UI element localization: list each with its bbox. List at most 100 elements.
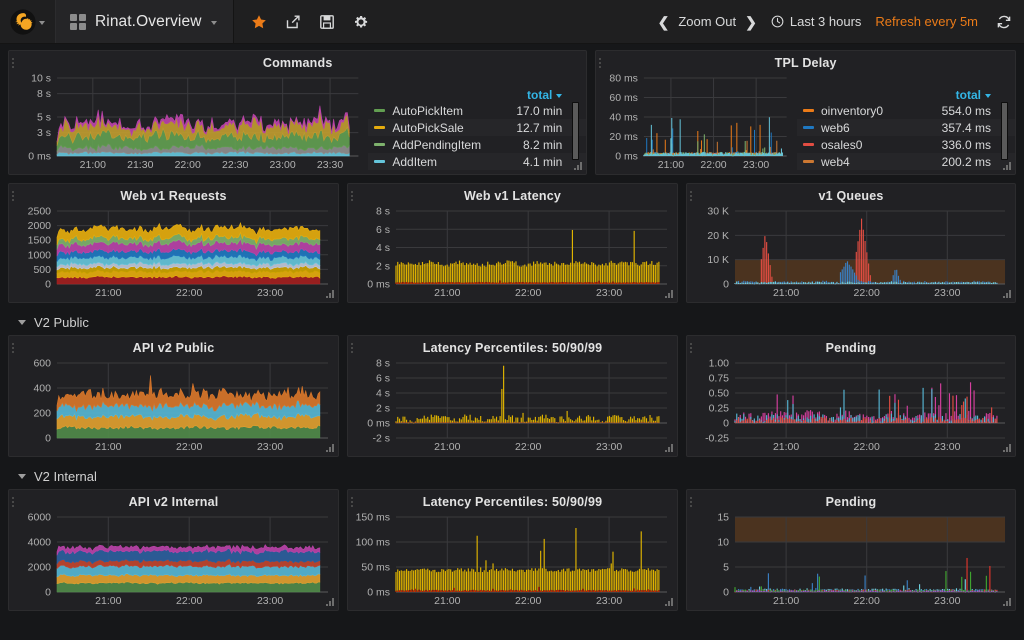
panel-title[interactable]: v1 Queues bbox=[687, 184, 1015, 205]
grafana-logo-button[interactable] bbox=[0, 0, 56, 43]
panel-pending-public[interactable]: Pending -0.25 0 0.25 0.50 0.75 1.00 21:00 22:00 2… bbox=[686, 335, 1017, 457]
panel-api-v2-public[interactable]: API v2 Public 0 200 400 600 21:00 22:00 23:00 bbox=[8, 335, 339, 457]
panel-title[interactable]: API v2 Internal bbox=[9, 490, 338, 511]
panel-resize-handle[interactable] bbox=[1003, 162, 1012, 171]
panel-resize-handle[interactable] bbox=[326, 598, 335, 607]
panel-drag-handle[interactable] bbox=[351, 191, 353, 201]
legend-item[interactable]: AddItem 4.1 min bbox=[368, 153, 586, 170]
legend-series-value: 17.0 min bbox=[516, 103, 563, 118]
panel-web-v1-requests[interactable]: Web v1 Requests 0 500 1000 1500 2000 2500 21:00… bbox=[8, 183, 339, 303]
graph-canvas[interactable]: 0 ms 2 s 4 s 6 s 8 s 21:00 22:00 23:00 bbox=[348, 205, 677, 301]
legend-series-name: AutoPickSubItem bbox=[392, 172, 484, 174]
legend-color-swatch bbox=[803, 109, 814, 112]
legend-item[interactable]: web3 165.3 ms bbox=[797, 170, 1015, 174]
svg-text:2 s: 2 s bbox=[376, 260, 390, 272]
svg-text:21:00: 21:00 bbox=[95, 441, 121, 453]
refresh-button[interactable] bbox=[978, 14, 1012, 30]
settings-button[interactable] bbox=[344, 0, 378, 44]
panel-title[interactable]: TPL Delay bbox=[596, 51, 1015, 72]
panel-drag-handle[interactable] bbox=[12, 191, 14, 201]
panel-drag-handle[interactable] bbox=[599, 58, 602, 68]
graph-canvas[interactable]: 0 200 400 600 21:00 22:00 23:00 bbox=[9, 357, 338, 455]
panel-resize-handle[interactable] bbox=[665, 444, 674, 453]
panel-api-v2-internal[interactable]: API v2 Internal 0 2000 4000 6000 21:00 22:00 23… bbox=[8, 489, 339, 611]
panel-title[interactable]: Web v1 Latency bbox=[348, 184, 677, 205]
graph-canvas[interactable]: -2 s 0 ms 2 s 4 s 6 s 8 s 21:00 22:00 23:00 bbox=[348, 357, 677, 455]
panel-resize-handle[interactable] bbox=[1003, 598, 1012, 607]
time-shift-back-button[interactable]: ❮ bbox=[658, 15, 670, 29]
legend-item[interactable]: AddPendingItem 8.2 min bbox=[368, 136, 586, 153]
panel-resize-handle[interactable] bbox=[326, 444, 335, 453]
panel-drag-handle[interactable] bbox=[351, 343, 353, 353]
graph-canvas[interactable]: 0 500 1000 1500 2000 2500 21:00 22:00 23:00 bbox=[9, 205, 338, 301]
panel-tpl-delay[interactable]: TPL Delay 0 ms 20 ms 40 ms 60 ms 80 ms 21:00 22… bbox=[595, 50, 1016, 175]
legend-item[interactable]: osales0 336.0 ms bbox=[797, 136, 1015, 153]
legend-item[interactable]: oinventory0 554.0 ms bbox=[797, 102, 1015, 119]
graph-canvas[interactable]: 0 5 10 15 21:00 22:00 23:00 bbox=[687, 511, 1015, 609]
panel-latency-percentiles-internal[interactable]: Latency Percentiles: 50/90/99 0 ms 50 ms 10… bbox=[347, 489, 678, 611]
legend-color-swatch bbox=[374, 160, 386, 163]
legend-series-value: 336.0 ms bbox=[941, 137, 991, 152]
panel-title[interactable]: Pending bbox=[687, 336, 1015, 357]
svg-text:23:00: 23:00 bbox=[934, 595, 960, 607]
panel-drag-handle[interactable] bbox=[690, 191, 692, 201]
panel-drag-handle[interactable] bbox=[351, 497, 353, 507]
legend-scrollbar[interactable] bbox=[572, 102, 580, 160]
graph-canvas[interactable]: 0 10 K 20 K 30 K 21:00 22:00 23:00 bbox=[687, 205, 1015, 301]
panel-resize-handle[interactable] bbox=[1003, 444, 1012, 453]
legend-scrollbar[interactable] bbox=[1001, 102, 1008, 160]
svg-text:21:30: 21:30 bbox=[127, 159, 153, 171]
panel-web-v1-latency[interactable]: Web v1 Latency 0 ms 2 s 4 s 6 s 8 s 21:00 22:00… bbox=[347, 183, 678, 303]
panel-title[interactable]: Latency Percentiles: 50/90/99 bbox=[348, 490, 677, 511]
share-icon bbox=[286, 15, 300, 28]
legend-sort-label: total bbox=[527, 88, 553, 102]
legend-sort-header[interactable]: total bbox=[797, 88, 1015, 102]
panel-title[interactable]: API v2 Public bbox=[9, 336, 338, 357]
time-shift-forward-button[interactable]: ❯ bbox=[745, 15, 757, 29]
svg-text:0 ms: 0 ms bbox=[367, 279, 390, 291]
panel-title[interactable]: Latency Percentiles: 50/90/99 bbox=[348, 336, 677, 357]
panel-drag-handle[interactable] bbox=[12, 343, 14, 353]
graph-canvas[interactable]: 0 ms 50 ms 100 ms 150 ms 21:00 22:00 23:00 bbox=[348, 511, 677, 609]
panel-resize-handle[interactable] bbox=[574, 162, 583, 171]
legend-item[interactable]: web6 357.4 ms bbox=[797, 119, 1015, 136]
panel-v1-queues[interactable]: v1 Queues 0 10 K 20 K 30 K 21:00 22:00 23:00 bbox=[686, 183, 1017, 303]
graph-canvas[interactable]: 0 2000 4000 6000 21:00 22:00 23:00 bbox=[9, 511, 338, 609]
panel-title[interactable]: Commands bbox=[9, 51, 586, 72]
legend-item[interactable]: AutoPickSubItem 2.9 min bbox=[368, 170, 586, 174]
zoom-out-button[interactable]: Zoom Out bbox=[678, 14, 736, 29]
panel-commands[interactable]: Commands 0 ms 3 s 5 s 8 s 10 s 21:00 21:30 22:00… bbox=[8, 50, 588, 175]
panel-resize-handle[interactable] bbox=[1003, 290, 1012, 299]
panel-drag-handle[interactable] bbox=[12, 497, 14, 507]
row-header-v2-internal[interactable]: V2 Internal bbox=[8, 465, 1016, 487]
panel-title[interactable]: Pending bbox=[687, 490, 1015, 511]
graph-canvas[interactable]: -0.25 0 0.25 0.50 0.75 1.00 21:00 22:00 23:00 bbox=[687, 357, 1015, 455]
refresh-interval-label[interactable]: Refresh every 5m bbox=[861, 14, 978, 29]
share-button[interactable] bbox=[276, 0, 310, 44]
panel-latency-percentiles-public[interactable]: Latency Percentiles: 50/90/99 -2 s 0 ms 2 s… bbox=[347, 335, 678, 457]
legend-item[interactable]: AutoPickSale 12.7 min bbox=[368, 119, 586, 136]
panel-drag-handle[interactable] bbox=[12, 58, 14, 68]
svg-text:22:00: 22:00 bbox=[515, 441, 541, 453]
star-button[interactable] bbox=[242, 0, 276, 44]
graph-canvas[interactable]: 0 ms 20 ms 40 ms 60 ms 80 ms 21:00 22:00 23:00 bbox=[596, 72, 797, 173]
panel-resize-handle[interactable] bbox=[326, 290, 335, 299]
dashboard-title-button[interactable]: Rinat.Overview bbox=[56, 0, 234, 43]
time-range-picker[interactable]: Last 3 hours bbox=[771, 14, 861, 29]
panel-resize-handle[interactable] bbox=[665, 598, 674, 607]
panel-title[interactable]: Web v1 Requests bbox=[9, 184, 338, 205]
save-button[interactable] bbox=[310, 0, 344, 44]
panel-drag-handle[interactable] bbox=[690, 343, 692, 353]
graph-canvas[interactable]: 0 ms 3 s 5 s 8 s 10 s 21:00 21:30 22:00 22:30 23:… bbox=[9, 72, 368, 173]
row-top: Commands 0 ms 3 s 5 s 8 s 10 s 21:00 21:30 22:00… bbox=[8, 50, 1016, 175]
panel-drag-handle[interactable] bbox=[690, 497, 692, 507]
legend-item[interactable]: web4 200.2 ms bbox=[797, 153, 1015, 170]
panel-inner: 0 500 1000 1500 2000 2500 21:00 22:00 23:00 bbox=[9, 205, 338, 301]
legend-item[interactable]: AutoPickItem 17.0 min bbox=[368, 102, 586, 119]
panel-pending-internal[interactable]: Pending 0 5 10 15 21:00 22:00 23:00 bbox=[686, 489, 1017, 611]
legend-sort-header[interactable]: total bbox=[368, 88, 586, 102]
row-header-v2-public[interactable]: V2 Public bbox=[8, 311, 1016, 333]
panel-inner: 0 ms 2 s 4 s 6 s 8 s 21:00 22:00 23:00 bbox=[348, 205, 677, 301]
panel-resize-handle[interactable] bbox=[665, 290, 674, 299]
svg-text:23:00: 23:00 bbox=[257, 287, 283, 299]
